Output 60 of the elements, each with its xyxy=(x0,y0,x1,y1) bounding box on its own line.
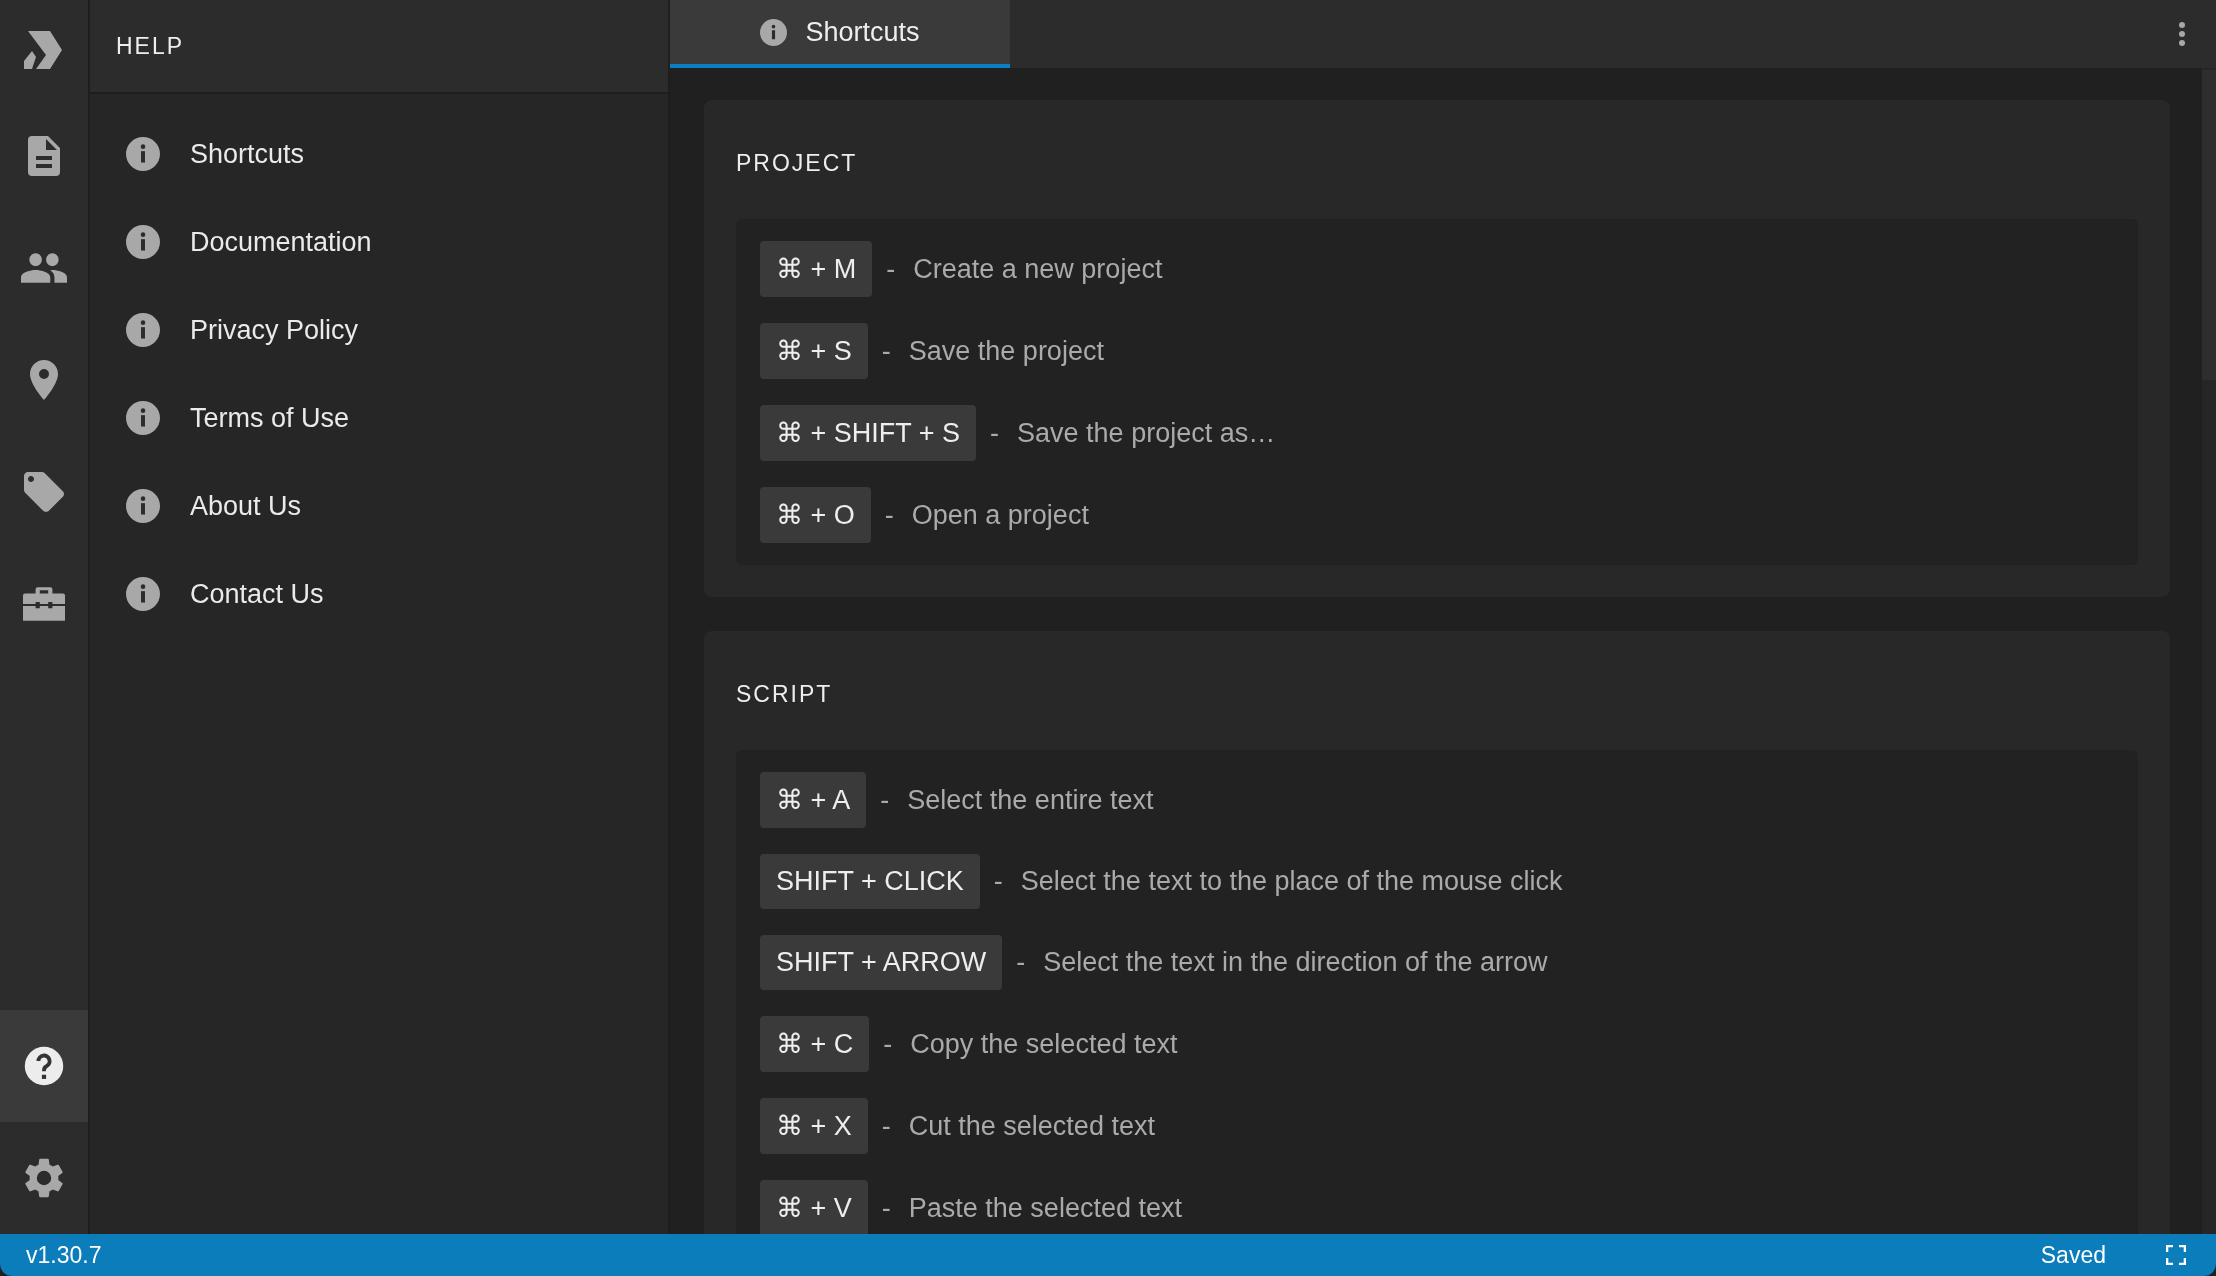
dash: - xyxy=(881,335,891,367)
help-icon xyxy=(23,1045,65,1087)
key-combination: ⌘ + S xyxy=(760,323,868,379)
document-icon xyxy=(27,136,61,176)
shortcut-description: Select the entire text xyxy=(907,784,1154,816)
logo-icon xyxy=(24,31,64,69)
help-menu-item[interactable]: About Us xyxy=(190,490,302,522)
save-status: Saved xyxy=(2040,1241,2106,1269)
help-menu-item[interactable]: Documentation xyxy=(190,226,372,258)
scrollbar[interactable] xyxy=(2202,68,2216,1234)
panel-title: HELP xyxy=(116,32,185,60)
section-title: PROJECT xyxy=(736,150,859,177)
dash: - xyxy=(884,499,894,531)
tab[interactable]: Shortcuts xyxy=(670,0,1010,68)
shortcut-description: Save the project as… xyxy=(1017,417,1276,449)
section-title: SCRIPT xyxy=(736,681,834,708)
info-icon xyxy=(126,577,160,611)
info-icon xyxy=(126,313,160,347)
info-icon xyxy=(126,137,160,171)
fullscreen-icon[interactable] xyxy=(2166,1245,2186,1265)
key-combination: ⌘ + A xyxy=(760,772,867,828)
people-icon xyxy=(21,253,67,283)
shortcut-description: Open a project xyxy=(911,499,1089,531)
dash: - xyxy=(886,253,896,285)
info-icon xyxy=(126,489,160,523)
key-combination: SHIFT + ARROW xyxy=(760,935,1003,990)
key-combination: ⌘ + C xyxy=(760,1016,870,1072)
key-combination: ⌘ + SHIFT + S xyxy=(760,405,977,461)
dash: - xyxy=(881,1192,891,1224)
help-menu-item[interactable]: Shortcuts xyxy=(190,138,305,170)
key-combination: ⌘ + M xyxy=(760,241,873,297)
shortcut-description: Select the text to the place of the mouse click xyxy=(1020,866,1563,897)
settings-icon xyxy=(24,1158,64,1198)
shortcut-description: Save the project xyxy=(908,335,1104,367)
toolbox-icon xyxy=(23,587,65,621)
version-label: v1.30.7 xyxy=(26,1241,102,1269)
dash: - xyxy=(881,1110,891,1142)
dash: - xyxy=(883,1028,893,1060)
key-combination: SHIFT + CLICK xyxy=(760,854,980,909)
dash: - xyxy=(1016,947,1026,978)
help-menu-item[interactable]: Contact Us xyxy=(190,578,324,610)
shortcut-description: Paste the selected text xyxy=(908,1192,1182,1224)
map-pin-icon xyxy=(30,360,58,400)
info-icon xyxy=(126,225,160,259)
more-options-icon[interactable] xyxy=(2178,21,2186,47)
key-combination: ⌘ + V xyxy=(760,1180,868,1234)
info-icon xyxy=(126,401,160,435)
key-combination: ⌘ + X xyxy=(760,1098,868,1154)
key-combination: ⌘ + O xyxy=(760,487,871,543)
dash: - xyxy=(993,866,1003,897)
help-menu-item[interactable]: Terms of Use xyxy=(190,402,350,434)
shortcut-description: Cut the selected text xyxy=(908,1110,1155,1142)
shortcut-description: Select the text in the direction of the arrow xyxy=(1043,947,1548,978)
help-menu-item[interactable]: Privacy Policy xyxy=(190,314,359,346)
info-icon xyxy=(760,18,788,46)
shortcut-description: Copy the selected text xyxy=(910,1028,1178,1060)
dash: - xyxy=(880,784,890,816)
shortcut-description: Create a new project xyxy=(913,253,1163,285)
tag-icon xyxy=(24,472,64,512)
dash: - xyxy=(990,417,1000,449)
